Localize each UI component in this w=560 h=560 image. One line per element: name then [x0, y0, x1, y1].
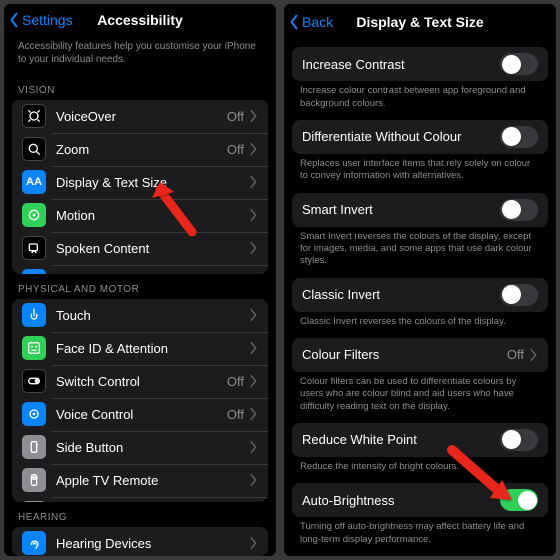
setting-group: Increase Contrast	[292, 47, 548, 81]
row-label: Face ID & Attention	[56, 341, 248, 356]
back-label: Settings	[22, 12, 73, 28]
settings-row-motion[interactable]: Motion	[12, 199, 268, 232]
chevron-right-icon	[248, 473, 258, 487]
row-label: VoiceOver	[56, 109, 227, 124]
settings-row-audio[interactable]: Audio DescriptionsOff	[12, 265, 268, 274]
setting-description: Smart Invert reverses the colours of the…	[284, 227, 556, 278]
row-label: Touch	[56, 308, 248, 323]
row-label: Display & Text Size	[56, 175, 248, 190]
row-value: Off	[227, 142, 244, 157]
settings-row-voiceover[interactable]: VoiceOverOff	[12, 100, 268, 133]
chevron-left-icon	[6, 12, 22, 28]
row-label: Zoom	[56, 142, 227, 157]
setting-description: Replaces user interface items that rely …	[284, 154, 556, 193]
setting-group: Auto-Brightness	[292, 483, 548, 517]
back-button[interactable]: Back	[286, 14, 333, 30]
chevron-right-icon	[248, 142, 258, 156]
settings-row-switch[interactable]: Switch ControlOff	[12, 365, 268, 398]
toggle-switch[interactable]	[500, 199, 538, 221]
group-vision: VoiceOverOffZoomOffAADisplay & Text Size…	[12, 100, 268, 274]
setting-row[interactable]: Auto-Brightness	[292, 483, 548, 517]
chevron-right-icon	[248, 208, 258, 222]
navbar: Settings Accessibility	[4, 4, 276, 36]
row-label: Smart Invert	[302, 202, 500, 217]
chevron-right-icon	[248, 341, 258, 355]
setting-description: Increase colour contrast between app for…	[284, 81, 556, 120]
toggle-switch[interactable]	[500, 429, 538, 451]
setting-description: Colour filters can be used to differenti…	[284, 372, 556, 423]
row-label: Classic Invert	[302, 287, 500, 302]
group-hearing: Hearing Devices	[12, 527, 268, 556]
row-label: Hearing Devices	[56, 536, 248, 551]
row-value: Off	[507, 347, 524, 362]
settings-row-hearing[interactable]: Hearing Devices	[12, 527, 268, 556]
settings-row-display[interactable]: AADisplay & Text Size	[12, 166, 268, 199]
toggle-switch[interactable]	[500, 284, 538, 306]
settings-row-side[interactable]: Side Button	[12, 431, 268, 464]
settings-row-spoken[interactable]: Spoken Content	[12, 232, 268, 265]
row-label: Reduce White Point	[302, 432, 500, 447]
settings-row-faceid[interactable]: Face ID & Attention	[12, 332, 268, 365]
setting-description: Classic Invert reverses the colours of t…	[284, 312, 556, 338]
row-value: Off	[227, 374, 244, 389]
row-label: Auto-Brightness	[302, 493, 500, 508]
page-title: Display & Text Size	[356, 14, 483, 30]
accessibility-screen: Settings Accessibility Accessibility fea…	[4, 4, 276, 556]
setting-row[interactable]: Differentiate Without Colour	[292, 120, 548, 154]
chevron-right-icon	[248, 175, 258, 189]
chevron-right-icon	[248, 536, 258, 550]
setting-row[interactable]: Classic Invert	[292, 278, 548, 312]
row-label: Colour Filters	[302, 347, 507, 362]
row-value: Off	[227, 109, 244, 124]
chevron-left-icon	[286, 14, 302, 30]
chevron-right-icon	[248, 407, 258, 421]
settings-row-zoom[interactable]: ZoomOff	[12, 133, 268, 166]
back-label: Back	[302, 14, 333, 30]
back-button[interactable]: Settings	[6, 12, 73, 28]
chevron-right-icon	[528, 348, 538, 362]
group-header-hearing: HEARING	[4, 502, 276, 527]
row-label: Differentiate Without Colour	[302, 129, 500, 144]
chevron-right-icon	[248, 241, 258, 255]
row-label: Side Button	[56, 440, 248, 455]
chevron-right-icon	[248, 374, 258, 388]
setting-group: Colour FiltersOff	[292, 338, 548, 372]
navbar: Back Display & Text Size	[284, 4, 556, 39]
settings-row-tv[interactable]: Apple TV Remote	[12, 464, 268, 497]
setting-description: Turning off auto-brightness may affect b…	[284, 517, 556, 556]
settings-row-keyboard[interactable]: Keyboards	[12, 497, 268, 502]
group-physical: TouchFace ID & AttentionSwitch ControlOf…	[12, 299, 268, 502]
setting-group: Classic Invert	[292, 278, 548, 312]
row-label: Switch Control	[56, 374, 227, 389]
row-label: Apple TV Remote	[56, 473, 248, 488]
row-label: Motion	[56, 208, 248, 223]
chevron-right-icon	[248, 440, 258, 454]
settings-row-touch[interactable]: Touch	[12, 299, 268, 332]
settings-row-voice[interactable]: Voice ControlOff	[12, 398, 268, 431]
chevron-right-icon	[248, 109, 258, 123]
setting-row[interactable]: Increase Contrast	[292, 47, 548, 81]
page-title: Accessibility	[97, 12, 183, 28]
group-header-physical: PHYSICAL AND MOTOR	[4, 274, 276, 299]
toggle-switch[interactable]	[500, 53, 538, 75]
row-label: Spoken Content	[56, 241, 248, 256]
setting-group: Reduce White Point	[292, 423, 548, 457]
intro-text: Accessibility features help you customis…	[4, 36, 276, 75]
toggle-switch[interactable]	[500, 489, 538, 511]
display-text-size-screen: Back Display & Text Size Increase Contra…	[284, 4, 556, 556]
setting-description: Reduce the intensity of bright colours.	[284, 457, 556, 483]
setting-row[interactable]: Smart Invert	[292, 193, 548, 227]
setting-row[interactable]: Reduce White Point	[292, 423, 548, 457]
setting-group: Differentiate Without Colour	[292, 120, 548, 154]
row-value: Off	[227, 407, 244, 422]
row-label: Voice Control	[56, 407, 227, 422]
row-label: Increase Contrast	[302, 57, 500, 72]
setting-group: Smart Invert	[292, 193, 548, 227]
group-header-vision: VISION	[4, 75, 276, 100]
chevron-right-icon	[248, 308, 258, 322]
setting-row[interactable]: Colour FiltersOff	[292, 338, 548, 372]
toggle-switch[interactable]	[500, 126, 538, 148]
